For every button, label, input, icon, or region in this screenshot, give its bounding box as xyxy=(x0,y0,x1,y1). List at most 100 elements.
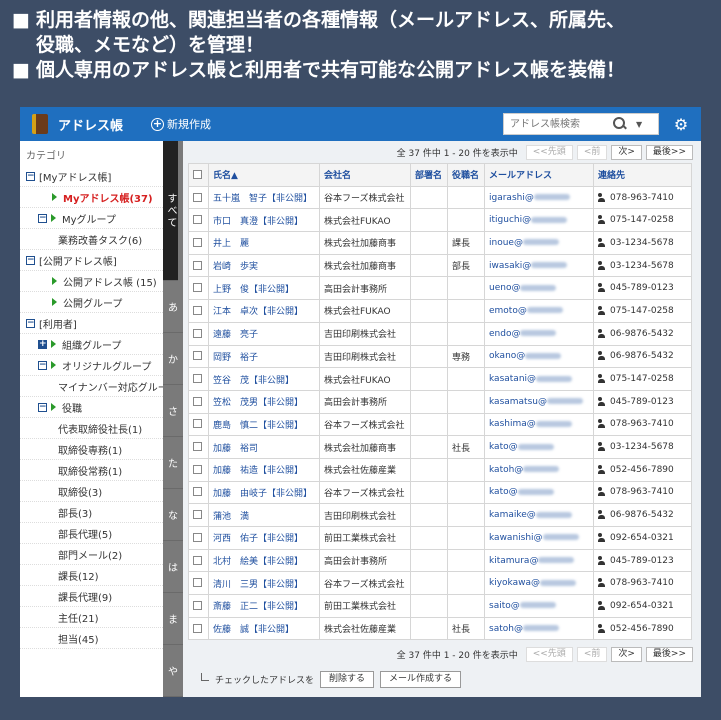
sidebar-item[interactable]: 取締役(3) xyxy=(20,481,163,502)
table-row[interactable]: 蒲池 満吉田印刷株式会社 kamaike@ 06-9876-5432 xyxy=(188,503,692,527)
cell-name[interactable]: 市口 真澄【非公開】 xyxy=(208,208,320,233)
cell-email[interactable]: satoh@ xyxy=(484,616,594,641)
cell-email[interactable]: iwasaki@ xyxy=(484,253,594,278)
kana-tab[interactable]: さ xyxy=(163,385,183,437)
cell-name[interactable]: 上野 俊【非公開】 xyxy=(208,276,320,301)
table-row[interactable]: 五十嵐 智子【非公開】 谷本フーズ株式会社 igarashi@ 078-963-741… xyxy=(188,185,692,210)
cell-email[interactable]: kashima@ xyxy=(484,412,594,437)
expand-icon[interactable]: + xyxy=(38,339,47,349)
kana-tab[interactable]: あ xyxy=(163,281,183,333)
cell-name[interactable]: 遠藤 亮子 xyxy=(208,321,320,346)
table-row[interactable]: 加藤 由岐子【非公開】 谷本フーズ株式会社 kato@ 078-963-7410 xyxy=(188,480,692,505)
row-checkbox[interactable] xyxy=(193,283,202,293)
cell-name[interactable]: 清川 三男【非公開】 xyxy=(208,571,320,596)
cell-name[interactable]: 斎藤 正二【非公開】 xyxy=(208,594,320,618)
sidebar-item[interactable]: 担当(45) xyxy=(20,628,163,649)
cell-email[interactable]: okano@ xyxy=(484,344,594,369)
prev-page-button[interactable]: <前 xyxy=(576,646,608,662)
header-company[interactable]: 会社名 xyxy=(319,163,411,187)
delete-button[interactable]: 削除する xyxy=(320,671,375,689)
caret-down-icon[interactable]: ▼ xyxy=(636,120,642,129)
cell-email[interactable]: kasamatsu@ xyxy=(484,389,594,414)
search-input[interactable] xyxy=(504,114,608,134)
gear-icon[interactable]: ⚙ xyxy=(669,115,693,134)
row-checkbox[interactable] xyxy=(193,464,202,474)
table-row[interactable]: 江本 卓次【非公開】 株式会社FUKAO emoto@ 075-147-0258 xyxy=(188,299,692,323)
row-select-cell[interactable] xyxy=(188,185,209,210)
row-select-cell[interactable] xyxy=(188,457,209,482)
cell-email[interactable]: itiguchi@ xyxy=(484,208,594,233)
select-all-checkbox[interactable] xyxy=(193,169,202,179)
row-checkbox[interactable] xyxy=(193,237,202,247)
sidebar-item[interactable]: − [Myアドレス帳] xyxy=(20,166,163,187)
cell-name[interactable]: 加藤 祐造【非公開】 xyxy=(208,457,320,482)
row-checkbox[interactable] xyxy=(193,192,202,202)
table-row[interactable]: 笠松 茂男【非公開】 高田会計事務所 kasamatsu@ 045-789-0123 xyxy=(188,389,692,414)
row-select-cell[interactable] xyxy=(188,276,209,301)
cell-email[interactable]: kawanishi@ xyxy=(484,526,594,550)
sidebar-item[interactable]: − [公開アドレス帳] xyxy=(20,250,163,271)
sidebar-item[interactable]: + 組織グループ xyxy=(20,334,163,355)
row-select-cell[interactable] xyxy=(188,480,209,505)
header-title[interactable]: 役職名 xyxy=(447,163,485,187)
cell-email[interactable]: kiyokawa@ xyxy=(484,571,594,596)
cell-name[interactable]: 河西 佑子【非公開】 xyxy=(208,526,320,550)
row-checkbox[interactable] xyxy=(193,351,202,361)
next-page-button[interactable]: 次> xyxy=(611,144,642,160)
cell-email[interactable]: katoh@ xyxy=(484,457,594,482)
header-select-all[interactable] xyxy=(188,163,209,187)
kana-tab[interactable]: な xyxy=(163,489,183,541)
row-checkbox[interactable] xyxy=(193,215,202,225)
cell-email[interactable]: kato@ xyxy=(484,435,594,459)
row-checkbox[interactable] xyxy=(193,419,202,429)
row-checkbox[interactable] xyxy=(193,510,202,520)
table-row[interactable]: 加藤 裕司 株式会社加藤商事 社長 kato@ 03-1234-5678 xyxy=(188,435,692,459)
cell-email[interactable]: ueno@ xyxy=(484,276,594,301)
row-select-cell[interactable] xyxy=(188,548,209,573)
row-checkbox[interactable] xyxy=(193,532,202,542)
table-row[interactable]: 河西 佑子【非公開】 前田工業株式会社 kawanishi@ 092-654-0321 xyxy=(188,526,692,550)
row-select-cell[interactable] xyxy=(188,253,209,278)
collapse-icon[interactable]: − xyxy=(38,213,47,223)
sidebar-item[interactable]: 代表取締役社長(1) xyxy=(20,418,163,439)
cell-name[interactable]: 岩崎 歩実 xyxy=(208,253,320,278)
cell-email[interactable]: kasatani@ xyxy=(484,367,594,391)
row-select-cell[interactable] xyxy=(188,389,209,414)
row-select-cell[interactable] xyxy=(188,344,209,369)
row-checkbox[interactable] xyxy=(193,305,202,315)
row-select-cell[interactable] xyxy=(188,616,209,641)
table-row[interactable]: 遠藤 亮子 吉田印刷株式会社 endo@ 06-9876-5432 xyxy=(188,321,692,346)
kana-tab[interactable]: や xyxy=(163,645,183,697)
first-page-button[interactable]: <<先頭 xyxy=(525,646,573,662)
cell-email[interactable]: saito@ xyxy=(484,594,594,618)
next-page-button[interactable]: 次> xyxy=(611,646,642,662)
sidebar-item[interactable]: − 役職 xyxy=(20,397,163,418)
sidebar-item[interactable]: マイナンバー対応グループ xyxy=(20,376,163,397)
row-select-cell[interactable] xyxy=(188,231,209,255)
table-row[interactable]: 井上 麗株式会社加藤商事 課長 inoue@ 03-1234-5678 xyxy=(188,231,692,255)
row-select-cell[interactable] xyxy=(188,594,209,618)
cell-name[interactable]: 蒲池 満 xyxy=(208,503,320,527)
last-page-button[interactable]: 最後>> xyxy=(645,646,693,662)
header-name[interactable]: 氏名▲ xyxy=(208,163,320,187)
cell-name[interactable]: 笠谷 茂【非公開】 xyxy=(208,367,320,391)
kana-tab[interactable]: ま xyxy=(163,593,183,645)
table-row[interactable]: 鹿島 慎二【非公開】 谷本フーズ株式会社 kashima@ 078-963-7410 xyxy=(188,412,692,437)
row-checkbox[interactable] xyxy=(193,374,202,384)
sidebar-item[interactable]: Myアドレス帳(37) xyxy=(20,187,163,208)
last-page-button[interactable]: 最後>> xyxy=(645,144,693,160)
row-select-cell[interactable] xyxy=(188,367,209,391)
cell-name[interactable]: 井上 麗 xyxy=(208,231,320,255)
table-row[interactable]: 岩崎 歩実 株式会社加藤商事 部長 iwasaki@ 03-1234-5678 xyxy=(188,253,692,278)
row-select-cell[interactable] xyxy=(188,526,209,550)
header-tel[interactable]: 連絡先 xyxy=(593,163,692,187)
prev-page-button[interactable]: <前 xyxy=(576,144,608,160)
header-email[interactable]: メールアドレス xyxy=(484,163,594,187)
cell-name[interactable]: 北村 絵美【非公開】 xyxy=(208,548,320,573)
table-row[interactable]: 佐藤 誠【非公開】 株式会社佐藤産業 社長 satoh@ 052-456-7890 xyxy=(188,616,692,641)
cell-name[interactable]: 加藤 由岐子【非公開】 xyxy=(208,480,320,505)
row-select-cell[interactable] xyxy=(188,299,209,323)
row-select-cell[interactable] xyxy=(188,435,209,459)
row-checkbox[interactable] xyxy=(193,260,202,270)
cell-name[interactable]: 笠松 茂男【非公開】 xyxy=(208,389,320,414)
